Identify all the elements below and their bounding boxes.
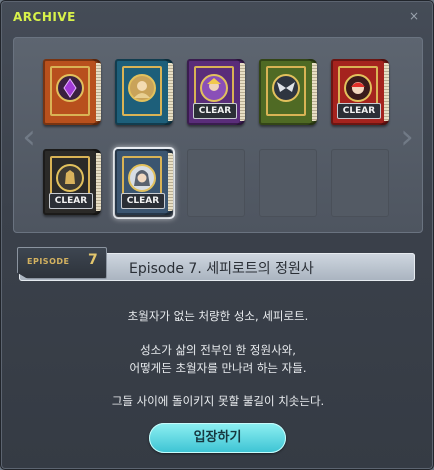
hooded-character-icon — [128, 164, 156, 192]
book-cover — [43, 59, 101, 125]
episode-description-line-4: 그들 사이에 돌이키지 못할 불길이 치솟는다. — [111, 394, 325, 408]
episode-description-line-1: 초월자가 없는 처량한 성소, 세피로트. — [127, 309, 309, 323]
episode-book-1[interactable] — [43, 59, 101, 127]
episode-title: Episode 7. 세피로트의 정원사 — [129, 261, 314, 277]
lion-crest-icon — [56, 164, 84, 192]
next-page-arrow-icon[interactable]: › — [399, 117, 415, 157]
episode-tag-word: EPISODE — [27, 257, 70, 266]
episode-description-line-2: 성소가 삶의 전부인 한 정원사와, — [140, 343, 296, 357]
book-cover: CLEAR — [331, 59, 389, 125]
book-cover: CLEAR — [187, 59, 245, 125]
book-cover: CLEAR — [115, 149, 173, 215]
red-hair-character-icon — [344, 74, 372, 102]
episode-description-line-3: 어떻게든 초월자를 만나려 하는 자들. — [129, 361, 307, 375]
purple-gem-icon — [56, 74, 84, 102]
wings-icon — [272, 74, 300, 102]
prev-page-arrow-icon[interactable]: ‹ — [21, 117, 37, 157]
window-title: ARCHIVE — [13, 10, 76, 24]
episode-book-4[interactable] — [259, 59, 317, 127]
empty-slot — [187, 149, 245, 217]
book-cover — [259, 59, 317, 125]
episode-book-2[interactable] — [115, 59, 173, 127]
empty-slot — [259, 149, 317, 217]
clear-badge: CLEAR — [337, 103, 381, 119]
portrait-icon — [128, 74, 156, 102]
enter-button[interactable]: 입장하기 — [149, 423, 286, 453]
clear-badge: CLEAR — [193, 103, 237, 119]
book-cover: CLEAR — [43, 149, 101, 215]
episode-number: 7 — [88, 252, 98, 268]
episode-book-7[interactable]: CLEAR — [115, 149, 173, 217]
empty-slot — [331, 149, 389, 217]
close-icon[interactable]: × — [407, 9, 421, 23]
book-cover — [115, 59, 173, 125]
episode-book-5[interactable]: CLEAR — [331, 59, 389, 127]
clear-badge: CLEAR — [49, 193, 93, 209]
clear-badge: CLEAR — [121, 193, 165, 209]
episode-book-6[interactable]: CLEAR — [43, 149, 101, 217]
character-icon — [200, 74, 228, 102]
archive-window: ARCHIVE × ‹ › CLEAR CLEAR CLEAR CLEAR EP… — [0, 0, 434, 470]
episode-book-3[interactable]: CLEAR — [187, 59, 245, 127]
